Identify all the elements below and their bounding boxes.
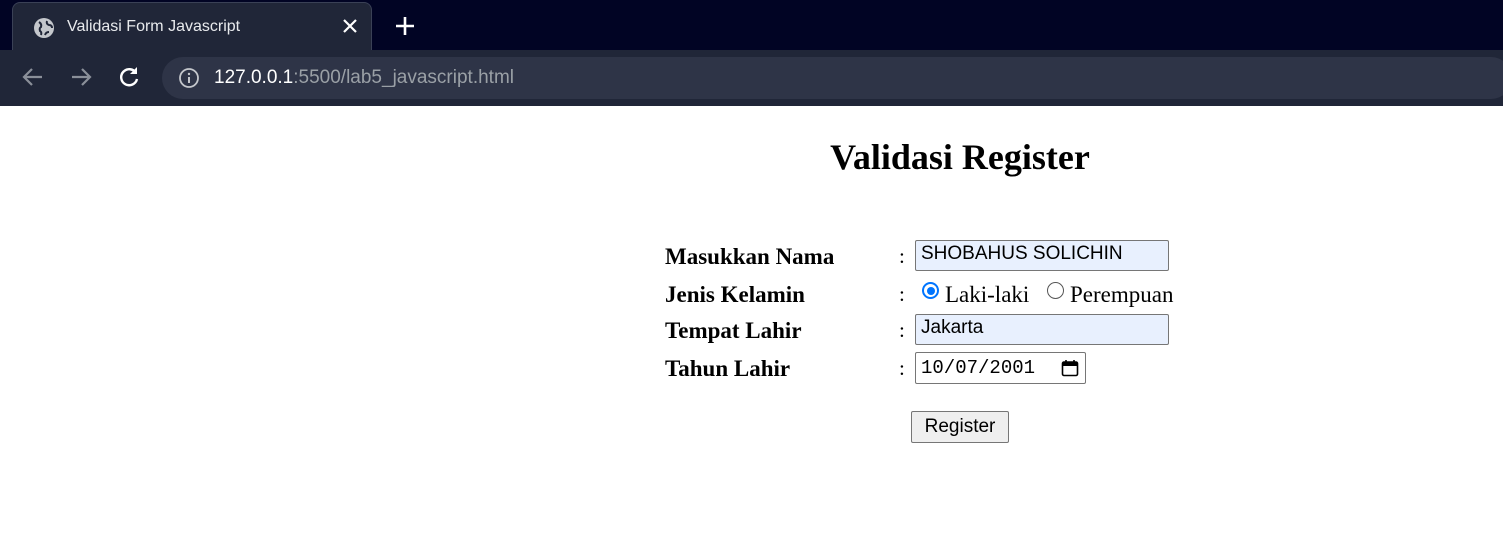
forward-arrow-icon[interactable] [68,64,94,90]
calendar-icon[interactable] [1061,359,1079,377]
nama-input[interactable]: SHOBAHUS SOLICHIN [915,240,1169,271]
tahun-lahir-value: 10/07/2001 [921,357,1036,379]
radio-perempuan-label[interactable]: Perempuan [1070,282,1173,308]
colon: : [899,282,905,306]
url-host: 127.0.0.1 [214,67,294,88]
colon: : [899,244,905,268]
info-icon[interactable] [178,67,200,89]
address-bar[interactable]: 127.0.0.1:5500/lab5_javascript.html [162,57,1503,99]
new-tab-icon[interactable] [393,14,417,38]
jenis-kelamin-label: Jenis Kelamin [665,282,805,307]
tempat-lahir-input[interactable]: Jakarta [915,314,1169,345]
tempat-lahir-label: Tempat Lahir [665,318,802,343]
page-title: Validasi Register [830,137,1090,177]
url-text: 127.0.0.1:5500/lab5_javascript.html [214,67,514,89]
radio-laki-laki-label[interactable]: Laki-laki [945,282,1029,308]
colon: : [899,356,905,380]
tahun-lahir-date-input[interactable]: 10/07/2001 [915,352,1086,384]
tab-title: Validasi Form Javascript [67,18,241,35]
colon: : [899,318,905,342]
browser-tab[interactable]: Validasi Form Javascript [12,2,372,50]
radio-laki-laki[interactable] [922,282,939,299]
radio-perempuan[interactable] [1047,282,1064,299]
back-arrow-icon[interactable] [20,64,46,90]
close-icon[interactable] [339,15,361,37]
nama-label: Masukkan Nama [665,244,835,269]
globe-icon [34,18,54,38]
browser-toolbar: 127.0.0.1:5500/lab5_javascript.html [0,50,1503,106]
register-button[interactable]: Register [911,411,1009,443]
tahun-lahir-label: Tahun Lahir [665,356,791,381]
reload-icon[interactable] [116,64,142,90]
browser-chrome: Validasi Form Javascript 127.0.0.1:5500/… [0,0,1503,106]
url-path: :5500/lab5_javascript.html [293,67,514,88]
